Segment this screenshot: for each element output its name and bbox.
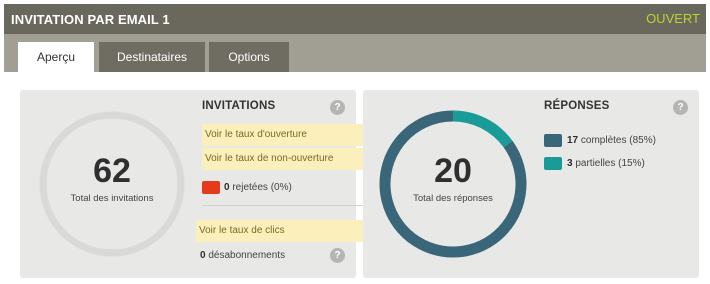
invitations-total: 62 (93, 152, 131, 190)
responses-title: RÉPONSES (544, 100, 610, 112)
rejected-line: 0 rejetées (0%) (224, 182, 292, 193)
complete-count: 17 (567, 135, 579, 146)
click-rate-link[interactable]: Voir le taux de clics (196, 220, 374, 242)
responses-card: 20 Total des réponses RÉPONSES ? 17 comp… (363, 90, 699, 278)
tab-options[interactable]: Options (209, 42, 289, 72)
partial-count: 3 (567, 158, 573, 169)
unsubscribed-count: 0 (200, 250, 206, 261)
responses-total: 20 (434, 152, 472, 190)
non-open-rate-link[interactable]: Voir le taux de non-ouverture (202, 148, 374, 170)
invitations-total-caption: Total des invitations (70, 193, 154, 204)
rejected-swatch (202, 181, 220, 194)
status-badge: OUVERT (646, 11, 700, 26)
non-open-rate-link-label[interactable]: Voir le taux de non-ouverture (205, 153, 333, 164)
rejected-count: 0 (224, 182, 230, 193)
tab-bar: Aperçu Destinataires Options (4, 34, 706, 72)
invitations-card: 62 Total des invitations INVITATIONS ? V… (20, 90, 374, 278)
click-rate-link-label[interactable]: Voir le taux de clics (199, 225, 285, 236)
complete-swatch (544, 134, 562, 147)
title-bar: INVITATION PAR EMAIL 1 OUVERT (4, 4, 706, 34)
rejected-label: rejetées (0%) (232, 182, 292, 193)
responses-help-icon[interactable]: ? (673, 100, 688, 115)
tab-apercu[interactable]: Aperçu (18, 42, 94, 72)
page-title: INVITATION PAR EMAIL 1 (11, 12, 170, 27)
complete-line: 17 complètes (85%) (567, 135, 656, 146)
invitations-help-icon[interactable]: ? (330, 100, 345, 115)
invitations-divider (202, 205, 374, 206)
unsubscribed-line: 0 désabonnements (200, 250, 285, 261)
invitations-title: INVITATIONS (202, 100, 276, 112)
complete-label: complètes (85%) (580, 135, 656, 146)
open-rate-link-label[interactable]: Voir le taux d'ouverture (205, 129, 307, 140)
responses-total-caption: Total des réponses (413, 193, 493, 204)
unsubscribed-label: désabonnements (208, 250, 286, 261)
partial-line: 3 partielles (15%) (567, 158, 645, 169)
open-rate-link[interactable]: Voir le taux d'ouverture (202, 124, 374, 146)
unsubscribed-help-icon[interactable]: ? (330, 248, 345, 263)
tab-destinataires[interactable]: Destinataires (99, 42, 205, 72)
partial-swatch (544, 157, 562, 170)
partial-label: partielles (15%) (575, 158, 645, 169)
